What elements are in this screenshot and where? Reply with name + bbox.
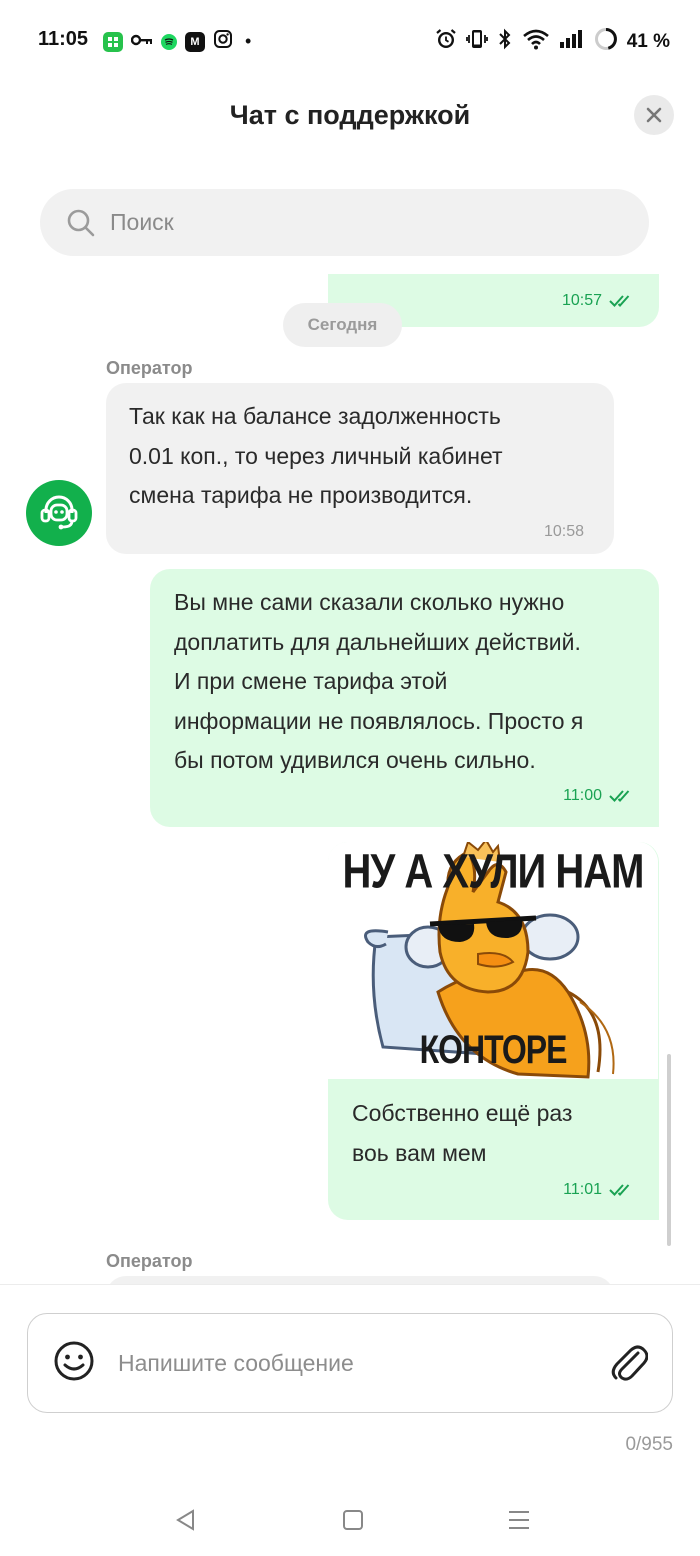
message-line: смена тарифа не производится. bbox=[129, 482, 473, 508]
message-bubble-outgoing[interactable]: Вы мне сами сказали сколько нужно доплат… bbox=[150, 569, 659, 827]
emoji-icon bbox=[54, 1341, 94, 1380]
sender-name: Оператор bbox=[106, 358, 193, 378]
paperclip-icon bbox=[611, 1345, 649, 1381]
search-bar[interactable] bbox=[40, 189, 649, 256]
notification-icons: M • bbox=[103, 29, 251, 54]
system-navigation-bar bbox=[0, 1500, 700, 1540]
message-line: Вы мне сами сказали сколько нужно bbox=[174, 589, 565, 615]
double-check-icon bbox=[609, 1184, 630, 1196]
sender-name: Оператор bbox=[106, 1251, 193, 1271]
page-title: Чат с поддержкой bbox=[229, 100, 471, 130]
message-time: 10:57 bbox=[561, 292, 602, 309]
composer-divider bbox=[0, 1284, 700, 1285]
close-button[interactable] bbox=[634, 95, 674, 135]
search-icon bbox=[67, 209, 95, 236]
back-button[interactable] bbox=[166, 1500, 206, 1540]
operator-avatar bbox=[26, 480, 92, 546]
signal-icon bbox=[559, 28, 585, 56]
mtv-app-icon: M bbox=[185, 31, 205, 52]
spotify-icon bbox=[161, 33, 177, 50]
message-line: 0.01 коп., то через личный кабинет bbox=[129, 442, 503, 469]
back-icon bbox=[176, 1509, 194, 1531]
chat-messages[interactable]: 10:57 Сегодня Оператор Так как на баланс… bbox=[0, 274, 700, 1284]
scrollbar[interactable] bbox=[667, 1054, 671, 1246]
date-separator: Сегодня bbox=[283, 303, 402, 347]
character-counter: 0/955 bbox=[625, 1434, 673, 1455]
message-input[interactable] bbox=[118, 1349, 608, 1377]
message-bubble-incoming[interactable] bbox=[106, 1276, 614, 1284]
meme-caption-top: НУ А ХУЛИ НАМ bbox=[342, 845, 645, 899]
status-time: 11:05 bbox=[38, 28, 89, 50]
close-icon bbox=[646, 107, 662, 123]
support-agent-icon bbox=[40, 495, 78, 530]
bluetooth-icon bbox=[497, 28, 513, 56]
alarm-icon bbox=[435, 28, 457, 56]
more-notifications-dot: • bbox=[245, 31, 252, 51]
system-icons: 41 % bbox=[435, 27, 670, 57]
search-input[interactable] bbox=[110, 209, 590, 236]
key-icon bbox=[130, 33, 153, 51]
message-line: бы потом удивился очень сильно. bbox=[174, 747, 536, 773]
wifi-icon bbox=[522, 28, 550, 56]
instagram-icon bbox=[213, 29, 233, 54]
message-bubble-incoming[interactable]: Так как на балансе задолженность 0.01 ко… bbox=[106, 383, 614, 554]
message-line: Собственно ещё раз bbox=[352, 1100, 573, 1126]
message-line: воь вам мем bbox=[352, 1139, 487, 1166]
shield-app-icon bbox=[103, 31, 123, 52]
meme-image[interactable]: НУ А ХУЛИ НАМ КОНТОРЕ ПИДАРАСОВ bbox=[328, 842, 658, 1079]
message-line: И при смене тарифа этой bbox=[174, 668, 448, 694]
message-line: информации не появлялось. Просто я bbox=[174, 707, 584, 734]
meme-caption-bottom: КОНТОРЕ ПИДАРАСОВ bbox=[396, 1026, 591, 1079]
menu-button[interactable] bbox=[499, 1500, 539, 1540]
attach-button[interactable] bbox=[608, 1339, 649, 1388]
emoji-button[interactable] bbox=[52, 1339, 96, 1388]
battery-icon bbox=[594, 27, 618, 57]
message-time: 10:58 bbox=[543, 523, 584, 540]
message-line: доплатить для дальнейших действий. bbox=[174, 628, 581, 655]
home-button[interactable] bbox=[333, 1500, 373, 1540]
message-line: Так как на балансе задолженность bbox=[129, 403, 501, 429]
battery-percent: 41 % bbox=[626, 31, 670, 52]
message-bubble-outgoing-image[interactable]: НУ А ХУЛИ НАМ КОНТОРЕ ПИДАРАСОВ Собствен… bbox=[328, 842, 659, 1220]
message-time: 11:01 bbox=[563, 1181, 602, 1198]
message-time: 11:00 bbox=[563, 787, 602, 804]
message-composer[interactable] bbox=[27, 1313, 673, 1413]
status-bar: 11:05 M • 41 % bbox=[0, 0, 700, 80]
double-check-icon bbox=[609, 790, 630, 802]
menu-icon bbox=[509, 1511, 529, 1529]
home-icon bbox=[343, 1510, 363, 1530]
double-check-icon bbox=[609, 295, 630, 307]
vibrate-icon bbox=[465, 28, 488, 56]
